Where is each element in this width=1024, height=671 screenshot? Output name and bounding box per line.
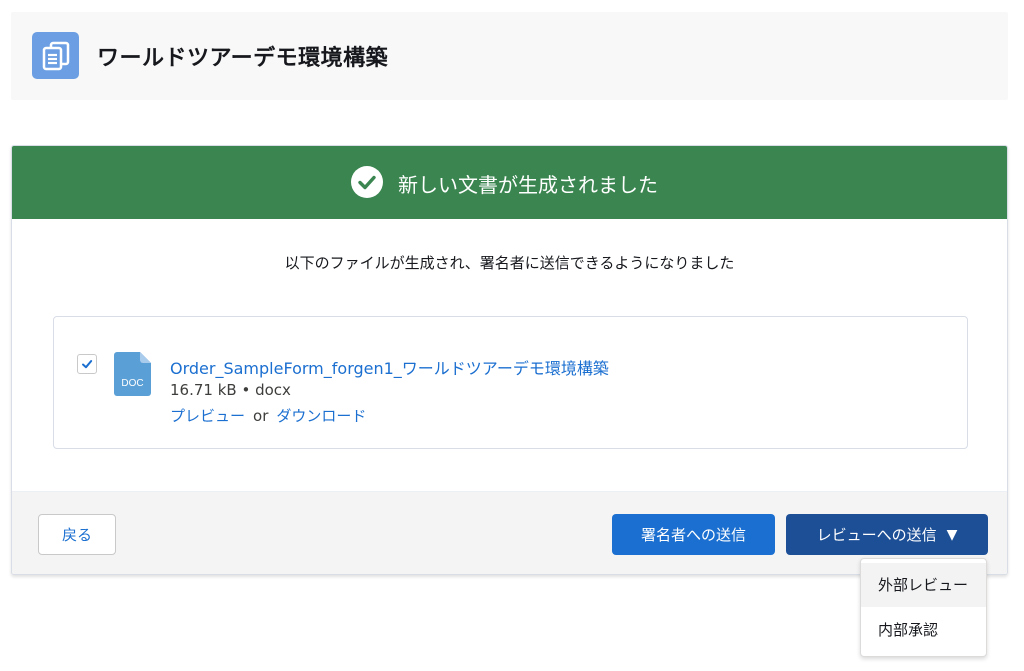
preview-link[interactable]: プレビュー bbox=[170, 407, 245, 425]
instruction-text: 以下のファイルが生成され、署名者に送信できるようになりました bbox=[284, 254, 735, 272]
caret-down-icon: ▼ bbox=[946, 526, 958, 543]
file-meta: 16.71 kB • docx bbox=[170, 381, 291, 399]
page-title: ワールドツアーデモ環境構築 bbox=[97, 46, 389, 71]
review-dropdown-menu: 外部レビュー 内部承認 bbox=[860, 558, 987, 657]
document-icon bbox=[32, 32, 79, 79]
send-to-review-button[interactable]: レビューへの送信 ▼ bbox=[786, 514, 988, 555]
file-item: DOC Order_SampleForm_forgen1_ワールドツアーデモ環境… bbox=[53, 316, 968, 449]
menu-item-external-review[interactable]: 外部レビュー bbox=[861, 563, 986, 607]
or-separator: or bbox=[253, 407, 269, 425]
menu-item-internal-approval[interactable]: 内部承認 bbox=[861, 608, 986, 652]
download-link[interactable]: ダウンロード bbox=[276, 407, 366, 425]
check-circle-icon bbox=[351, 166, 383, 198]
success-banner: 新しい文書が生成されました bbox=[12, 146, 1007, 219]
back-button[interactable]: 戻る bbox=[38, 514, 116, 555]
success-message: 新しい文書が生成されました bbox=[398, 173, 658, 197]
send-to-signers-button[interactable]: 署名者への送信 bbox=[612, 514, 775, 555]
page-header: ワールドツアーデモ環境構築 bbox=[11, 12, 1008, 100]
file-name-link[interactable]: Order_SampleForm_forgen1_ワールドツアーデモ環境構築 bbox=[170, 355, 609, 379]
doc-file-icon: DOC bbox=[114, 352, 152, 400]
svg-text:DOC: DOC bbox=[121, 378, 143, 389]
file-actions: プレビュー or ダウンロード bbox=[170, 405, 366, 426]
file-select-checkbox[interactable] bbox=[77, 354, 97, 374]
send-to-review-label: レビューへの送信 bbox=[816, 526, 937, 544]
result-card: 新しい文書が生成されました 以下のファイルが生成され、署名者に送信できるようにな… bbox=[11, 145, 1008, 575]
card-footer: 戻る 署名者への送信 レビューへの送信 ▼ bbox=[12, 491, 1007, 574]
